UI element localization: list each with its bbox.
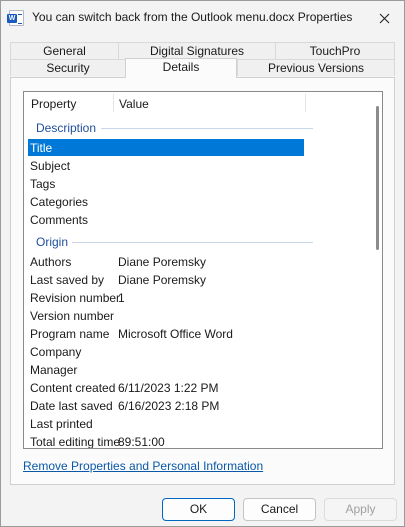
tab-digital-signatures[interactable]: Digital Signatures xyxy=(118,42,275,59)
tab-touchpro[interactable]: TouchPro xyxy=(275,42,395,59)
column-header-value[interactable]: Value xyxy=(119,97,149,111)
title-bar: W You can switch back from the Outlook m… xyxy=(1,1,404,33)
group-header-description: Description xyxy=(36,121,97,135)
list-item[interactable]: Company xyxy=(28,343,304,360)
list-item[interactable]: Date last saved 6/16/2023 2:18 PM xyxy=(28,397,304,414)
list-item[interactable]: Last printed xyxy=(28,415,304,432)
properties-dialog: W You can switch back from the Outlook m… xyxy=(0,0,405,527)
list-item[interactable]: Last saved by Diane Poremsky xyxy=(28,271,304,288)
remove-properties-link[interactable]: Remove Properties and Personal Informati… xyxy=(23,459,263,473)
list-item[interactable]: Content created 6/11/2023 1:22 PM xyxy=(28,379,304,396)
tab-general[interactable]: General xyxy=(10,42,118,59)
close-button[interactable] xyxy=(370,7,398,29)
list-item[interactable]: Version number xyxy=(28,307,304,324)
group-divider xyxy=(101,128,313,129)
list-item[interactable]: Authors Diane Poremsky xyxy=(28,253,304,270)
list-header: Property Value xyxy=(24,92,382,114)
window-title: You can switch back from the Outlook men… xyxy=(32,10,353,24)
list-item[interactable]: Manager xyxy=(28,361,304,378)
details-panel: Property Value Description Title Subject… xyxy=(10,77,395,485)
list-item[interactable]: Comments xyxy=(28,211,304,228)
list-item-title[interactable]: Title xyxy=(28,139,304,156)
list-item[interactable]: Program name Microsoft Office Word xyxy=(28,325,304,342)
group-header-origin: Origin xyxy=(36,235,69,249)
column-header-property[interactable]: Property xyxy=(31,97,76,111)
word-document-icon: W xyxy=(7,10,24,26)
list-item[interactable]: Tags xyxy=(28,175,304,192)
list-item[interactable]: Revision number 1 xyxy=(28,289,304,306)
properties-list[interactable]: Property Value Description Title Subject… xyxy=(23,91,383,449)
list-item[interactable]: Categories xyxy=(28,193,304,210)
tab-details[interactable]: Details xyxy=(125,58,237,78)
close-icon xyxy=(379,13,389,23)
apply-button[interactable]: Apply xyxy=(324,498,397,521)
list-item[interactable]: Total editing time 89:51:00 xyxy=(28,433,304,448)
cancel-button[interactable]: Cancel xyxy=(243,498,316,521)
group-divider xyxy=(72,242,313,243)
ok-button[interactable]: OK xyxy=(162,498,235,521)
tab-security[interactable]: Security xyxy=(10,59,125,76)
list-item[interactable]: Subject xyxy=(28,157,304,174)
tab-previous-versions[interactable]: Previous Versions xyxy=(237,59,395,76)
vertical-scrollbar[interactable] xyxy=(376,106,379,250)
